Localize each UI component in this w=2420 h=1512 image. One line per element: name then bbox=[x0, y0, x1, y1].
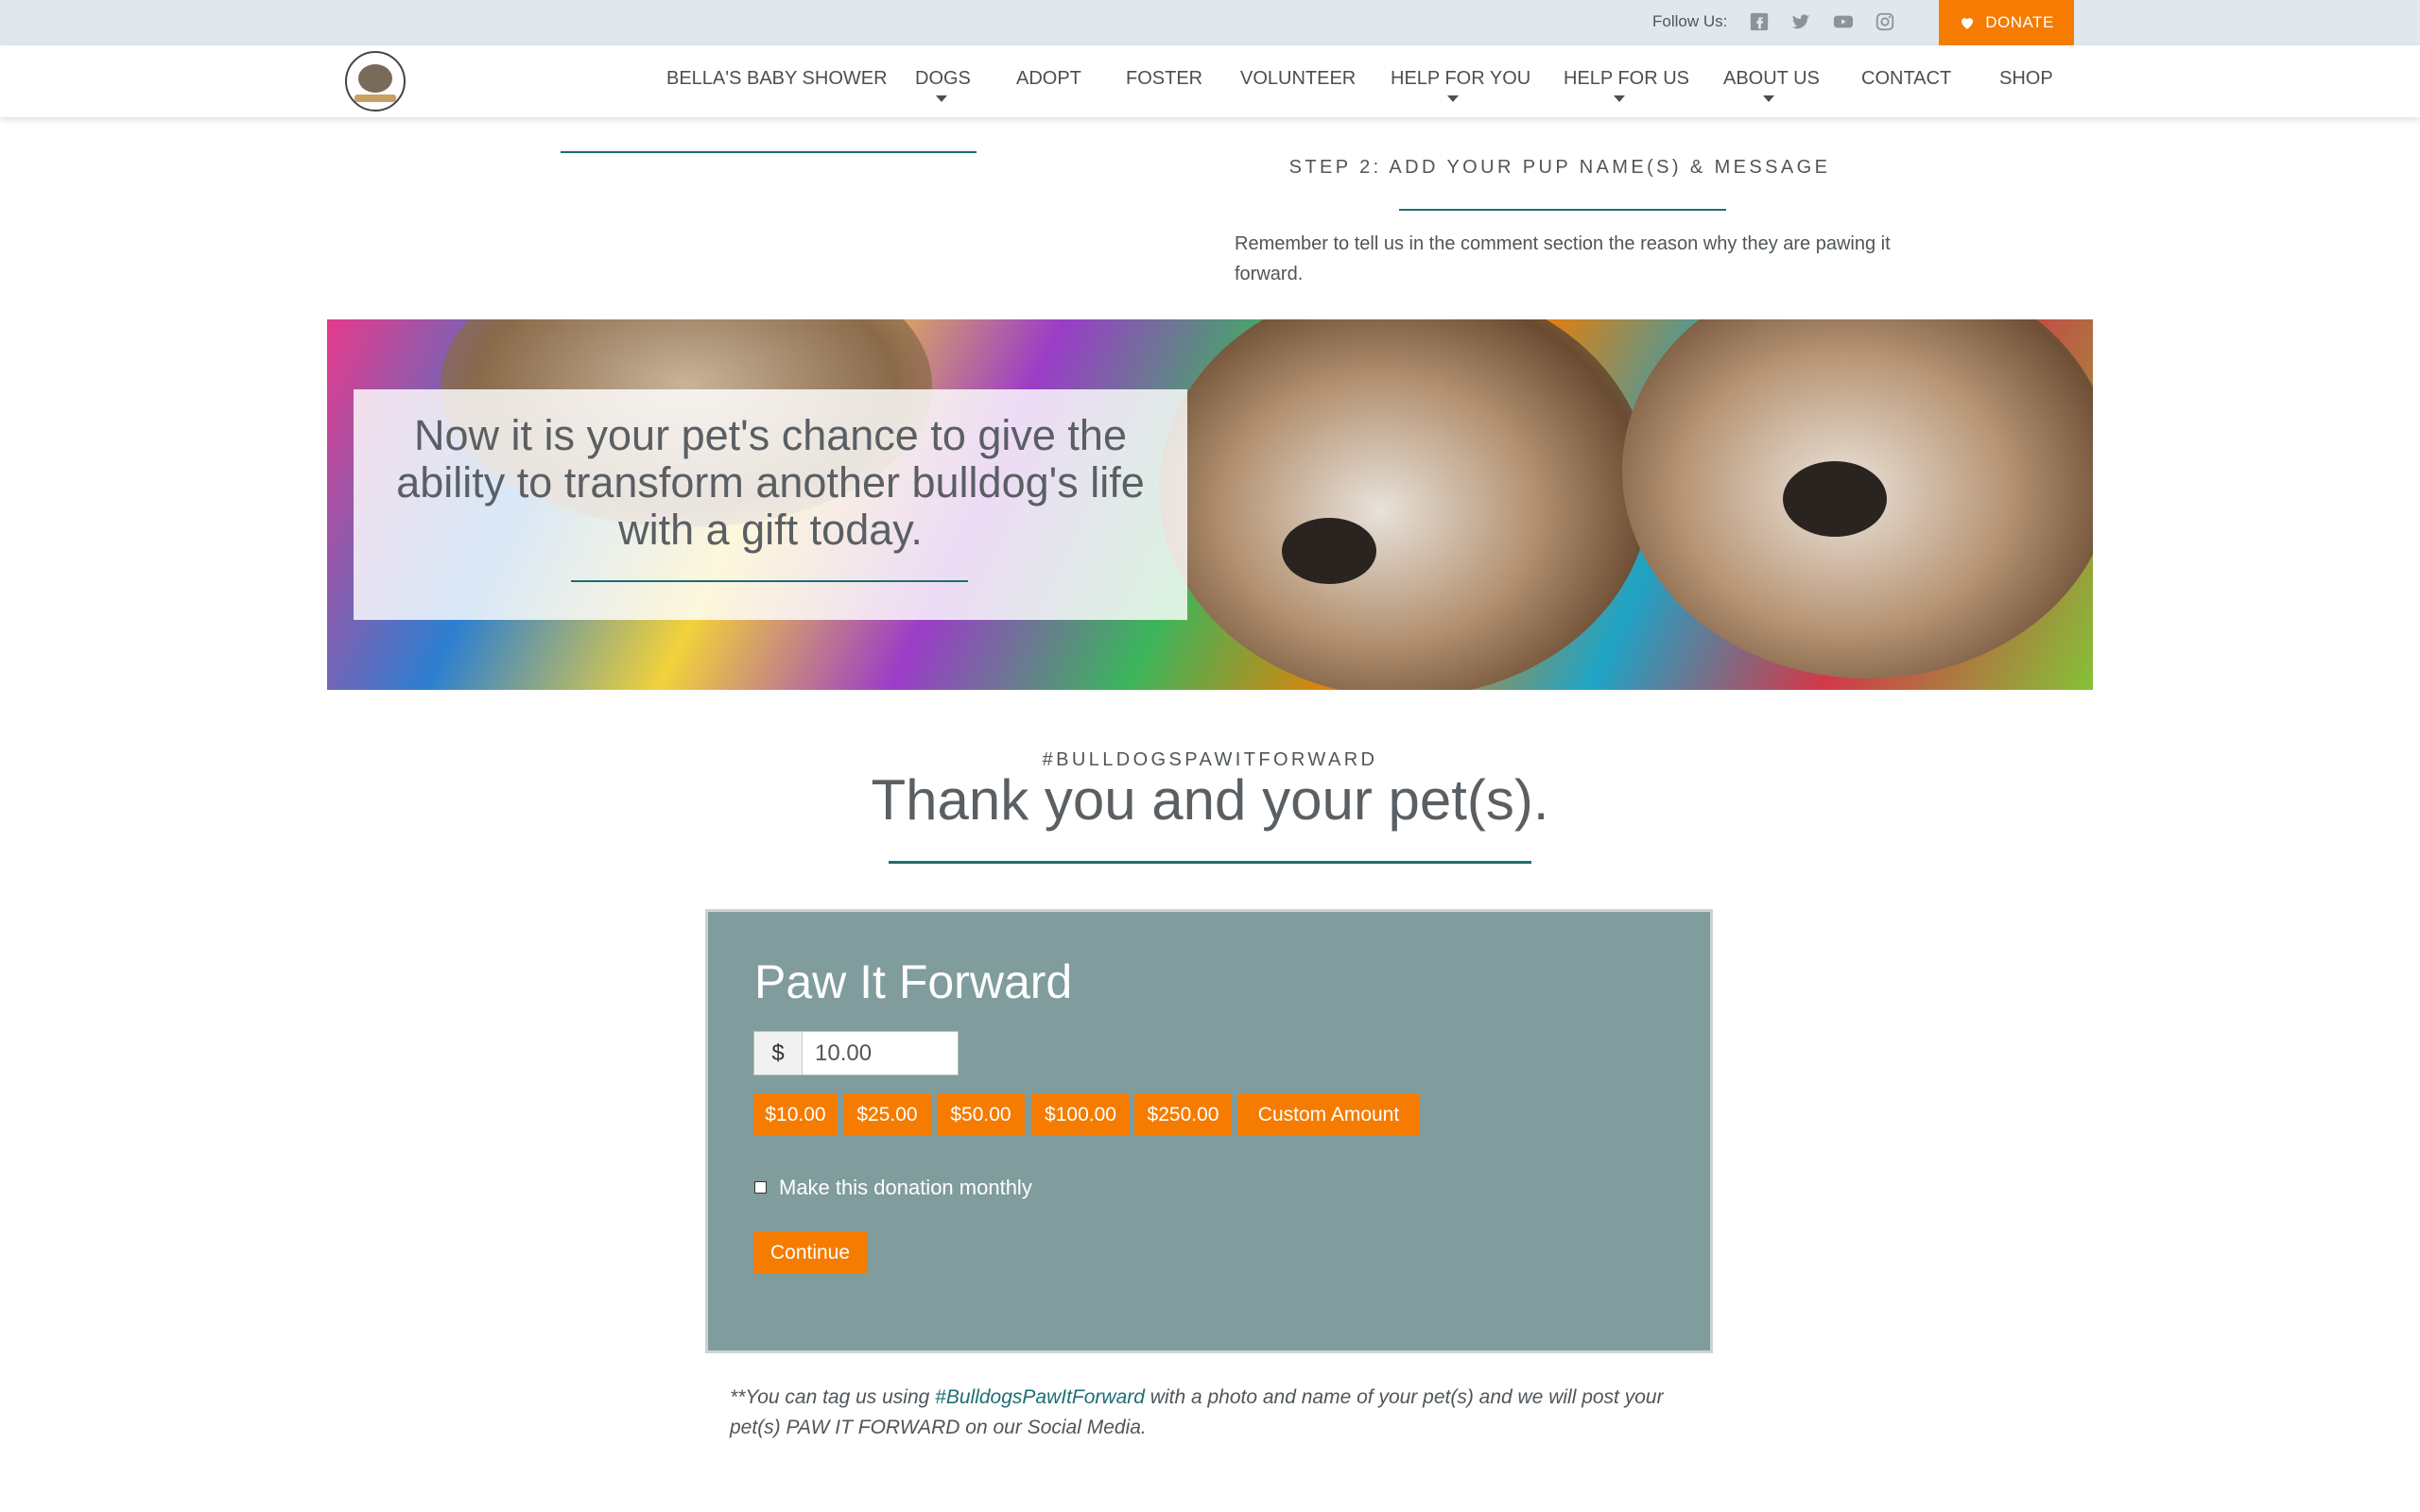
nav-foster[interactable]: FOSTER bbox=[1126, 68, 1202, 90]
monthly-checkbox[interactable] bbox=[754, 1181, 767, 1194]
thanks-heading: Thank you and your pet(s). bbox=[871, 768, 1549, 832]
facebook-icon[interactable] bbox=[1747, 9, 1772, 34]
follow-us-label: Follow Us: bbox=[1652, 12, 1728, 30]
bulldog-nose bbox=[1783, 461, 1887, 537]
bulldog-face-icon bbox=[358, 64, 392, 93]
continue-button[interactable]: Continue bbox=[753, 1231, 867, 1274]
bulldog-shape bbox=[1159, 319, 1651, 690]
nav-volunteer[interactable]: VOLUNTEER bbox=[1240, 68, 1356, 90]
chevron-down-icon bbox=[936, 95, 947, 102]
nav-help-for-you[interactable]: HELP FOR YOU bbox=[1391, 68, 1530, 90]
amount-button-50[interactable]: $50.00 bbox=[937, 1093, 1025, 1136]
nav-bellas-baby-shower[interactable]: BELLA'S BABY SHOWER bbox=[666, 68, 888, 90]
main-navigation: BELLA'S BABY SHOWER DOGS ADOPT FOSTER VO… bbox=[0, 45, 2420, 117]
amount-button-100[interactable]: $100.00 bbox=[1031, 1093, 1130, 1136]
nav-dogs[interactable]: DOGS bbox=[915, 68, 971, 90]
monthly-label[interactable]: Make this donation monthly bbox=[779, 1176, 1032, 1200]
bulldog-nose bbox=[1282, 518, 1376, 584]
donate-button[interactable]: DONATE bbox=[1939, 0, 2074, 45]
amount-field: $ bbox=[753, 1031, 959, 1075]
amount-button-25[interactable]: $25.00 bbox=[843, 1093, 931, 1136]
nav-shop[interactable]: SHOP bbox=[1999, 68, 2053, 90]
step2-divider bbox=[1399, 209, 1726, 211]
twitter-icon[interactable] bbox=[1789, 9, 1813, 34]
heart-icon bbox=[1962, 18, 1974, 29]
nav-about-us[interactable]: ABOUT US bbox=[1723, 68, 1820, 90]
chevron-down-icon bbox=[1447, 95, 1459, 102]
chevron-down-icon bbox=[1763, 95, 1774, 102]
currency-symbol: $ bbox=[754, 1032, 803, 1074]
amount-button-10[interactable]: $10.00 bbox=[753, 1093, 838, 1136]
nav-adopt[interactable]: ADOPT bbox=[1016, 68, 1081, 90]
logo-ribbon bbox=[354, 94, 396, 102]
step1-divider bbox=[561, 151, 977, 153]
rescue-logo[interactable] bbox=[345, 51, 406, 112]
step2-text: Remember to tell us in the comment secti… bbox=[1235, 233, 1891, 284]
form-title: Paw It Forward bbox=[754, 955, 1073, 1008]
donate-label: DONATE bbox=[1985, 13, 2054, 31]
nav-help-for-us[interactable]: HELP FOR US bbox=[1564, 68, 1689, 90]
step2-heading: STEP 2: ADD YOUR PUP NAME(S) & MESSAGE bbox=[1288, 157, 1831, 178]
chevron-down-icon bbox=[1614, 95, 1625, 102]
top-bar: Follow Us: DONATE bbox=[0, 0, 2420, 45]
amount-input[interactable] bbox=[804, 1032, 955, 1074]
instagram-icon[interactable] bbox=[1873, 9, 1897, 34]
nav-contact[interactable]: CONTACT bbox=[1861, 68, 1951, 90]
banner-divider bbox=[571, 580, 968, 582]
custom-amount-button[interactable]: Custom Amount bbox=[1237, 1093, 1420, 1136]
hashtag-link[interactable]: #BulldogsPawItForward bbox=[935, 1386, 1145, 1408]
footnote-prefix: **You can tag us using bbox=[730, 1386, 936, 1408]
footnote: **You can tag us using #BulldogsPawItFor… bbox=[730, 1383, 1675, 1443]
youtube-icon[interactable] bbox=[1831, 9, 1856, 34]
banner-text: Now it is your pet's chance to give the … bbox=[396, 411, 1145, 554]
amount-button-250[interactable]: $250.00 bbox=[1134, 1093, 1232, 1136]
thanks-divider bbox=[889, 861, 1531, 864]
